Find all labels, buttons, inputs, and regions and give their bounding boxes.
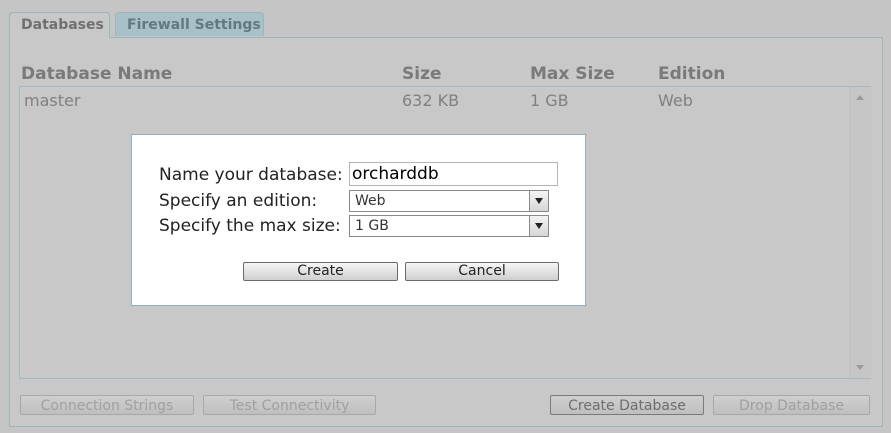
- edition-select-value: Web: [355, 193, 386, 209]
- max-size-select-value: 1 GB: [355, 218, 389, 234]
- max-size-select[interactable]: 1 GB: [349, 215, 549, 237]
- column-header-database-name[interactable]: Database Name: [21, 64, 172, 84]
- row-max-size[interactable]: 1 GB: [530, 91, 569, 110]
- drop-database-button[interactable]: Drop Database: [713, 395, 870, 415]
- create-button[interactable]: Create: [243, 262, 398, 281]
- create-database-dialog: Name your database: Specify an edition: …: [131, 134, 586, 306]
- max-size-dropdown-button[interactable]: [529, 216, 548, 236]
- edition-dropdown-button[interactable]: [529, 191, 548, 211]
- connection-strings-button[interactable]: Connection Strings: [20, 395, 194, 415]
- row-database-name[interactable]: master: [24, 91, 80, 110]
- tab-databases[interactable]: Databases: [9, 12, 110, 38]
- tab-firewall-settings[interactable]: Firewall Settings: [115, 12, 264, 36]
- chevron-down-icon: [535, 223, 543, 229]
- column-header-max-size[interactable]: Max Size: [530, 64, 615, 84]
- scroll-up-icon[interactable]: [856, 95, 864, 100]
- scroll-down-icon[interactable]: [856, 365, 864, 370]
- edition-select[interactable]: Web: [349, 190, 549, 212]
- edition-label: Specify an edition:: [159, 191, 318, 211]
- database-name-input[interactable]: [349, 162, 558, 186]
- test-connectivity-button[interactable]: Test Connectivity: [203, 395, 376, 415]
- column-header-edition[interactable]: Edition: [658, 64, 725, 84]
- row-edition[interactable]: Web: [658, 91, 693, 110]
- list-scrollbar[interactable]: [850, 87, 871, 378]
- chevron-down-icon: [535, 198, 543, 204]
- create-database-button[interactable]: Create Database: [550, 395, 704, 415]
- name-label: Name your database:: [159, 165, 343, 185]
- column-header-size[interactable]: Size: [402, 64, 442, 84]
- max-size-label: Specify the max size:: [159, 216, 341, 236]
- row-size[interactable]: 632 KB: [402, 91, 459, 110]
- cancel-button[interactable]: Cancel: [405, 262, 559, 281]
